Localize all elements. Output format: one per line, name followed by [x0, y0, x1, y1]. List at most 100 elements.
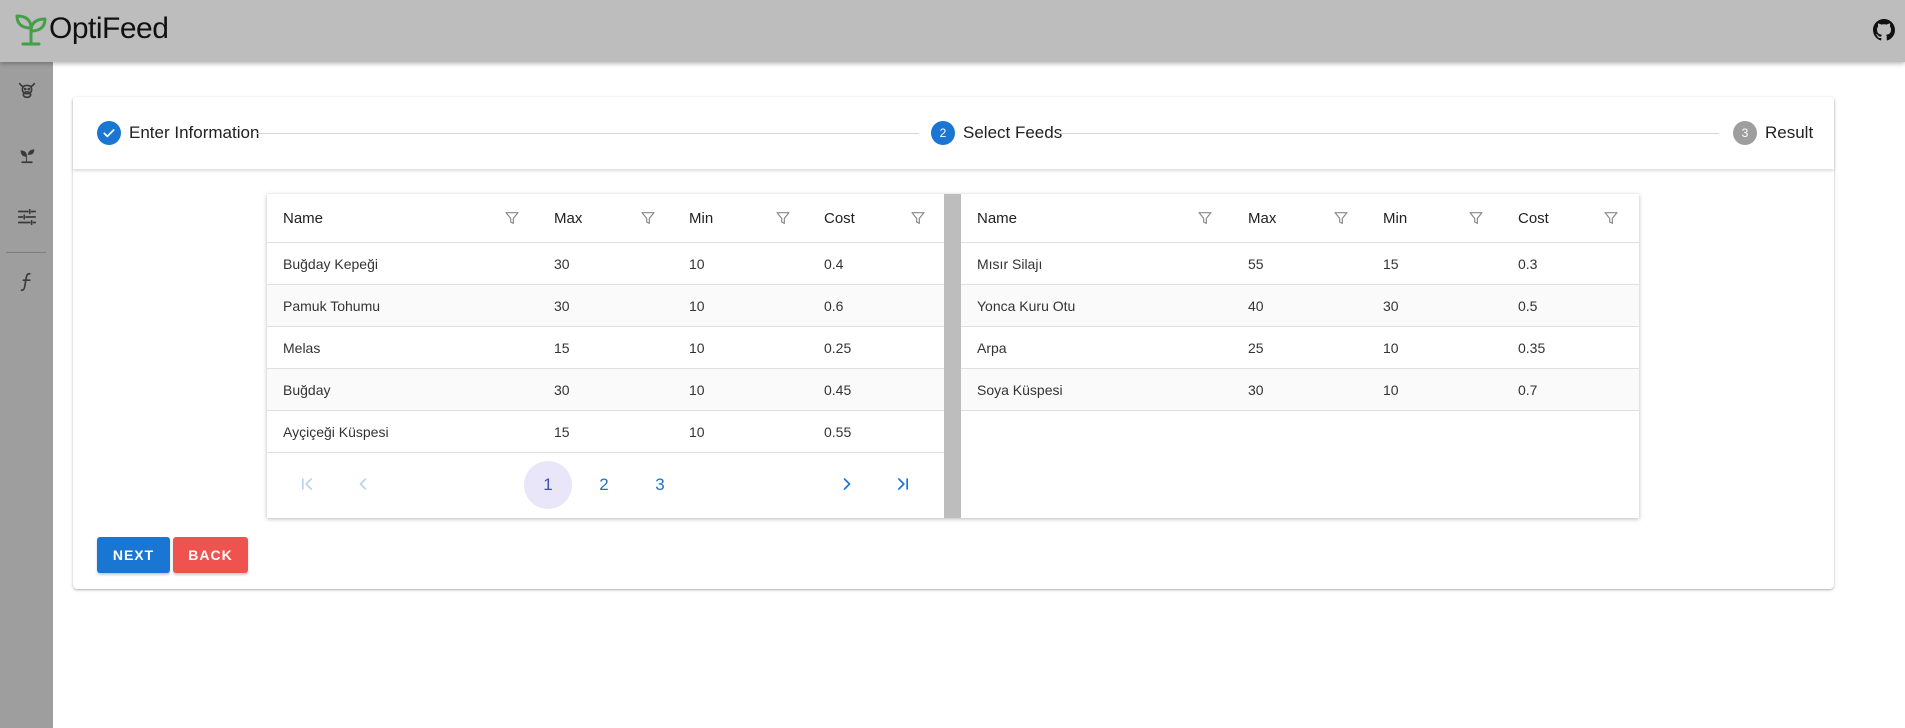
cell-cost: 0.7 [1518, 382, 1538, 398]
sidebar-item-formula[interactable] [0, 258, 53, 306]
cell-cost: 0.4 [824, 256, 844, 272]
cell-name: Mısır Silajı [977, 256, 1043, 272]
page-1-button[interactable]: 1 [524, 461, 572, 509]
cell-cost: 0.55 [824, 424, 852, 440]
available-feeds-table: Name Max Min Cost Buğday Kepeği 30 10 0.… [267, 194, 944, 518]
step-select-feeds[interactable]: 2 Select Feeds [931, 121, 1062, 145]
selected-feeds-table: Name Max Min Cost Mısır Silajı 55 15 0.3… [961, 194, 1639, 518]
sidebar [0, 62, 53, 728]
cell-max: 30 [1248, 382, 1264, 398]
cell-min: 10 [689, 256, 705, 272]
column-header-max[interactable]: Max [1248, 194, 1276, 243]
step-result[interactable]: 3 Result [1733, 121, 1813, 145]
check-icon [97, 121, 121, 145]
app-title: OptiFeed [49, 12, 169, 45]
cow-icon [18, 82, 35, 99]
cell-min: 10 [1383, 382, 1399, 398]
column-header-cost[interactable]: Cost [1518, 194, 1549, 243]
pagination: 1 2 3 [267, 457, 944, 513]
wizard-card: Enter Information 2 Select Feeds 3 Resul… [73, 97, 1834, 589]
function-icon [20, 272, 31, 292]
sidebar-item-settings[interactable] [0, 193, 53, 241]
filter-icon[interactable] [504, 210, 520, 226]
table-row[interactable]: Melas 15 10 0.25 [267, 327, 944, 369]
column-header-min[interactable]: Min [1383, 194, 1407, 243]
cell-cost: 0.25 [824, 340, 852, 356]
step-connector [1059, 133, 1719, 134]
page-3-button[interactable]: 3 [636, 461, 684, 509]
sliders-icon [17, 208, 36, 226]
cell-cost: 0.5 [1518, 298, 1538, 314]
cell-name: Ayçiçeği Küspesi [283, 424, 389, 440]
step-label: Result [1765, 123, 1814, 142]
cell-min: 15 [1383, 256, 1399, 272]
column-header-cost[interactable]: Cost [824, 194, 855, 243]
sidebar-divider [6, 252, 46, 253]
cell-max: 30 [554, 298, 570, 314]
sidebar-item-feeds[interactable] [0, 130, 53, 178]
step-number: 3 [1733, 121, 1757, 145]
cell-min: 30 [1383, 298, 1399, 314]
cell-max: 40 [1248, 298, 1264, 314]
filter-icon[interactable] [910, 210, 926, 226]
stepper: Enter Information 2 Select Feeds 3 Resul… [73, 97, 1834, 169]
app-logo[interactable]: OptiFeed [14, 10, 169, 48]
chevron-right-icon [843, 478, 851, 490]
table-row[interactable]: Mısır Silajı 55 15 0.3 [961, 243, 1639, 285]
column-header-min[interactable]: Min [689, 194, 713, 243]
table-row[interactable]: Yonca Kuru Otu 40 30 0.5 [961, 285, 1639, 327]
cell-min: 10 [689, 298, 705, 314]
table-row[interactable]: Arpa 25 10 0.35 [961, 327, 1639, 369]
last-page-button[interactable] [883, 464, 923, 504]
step-label: Select Feeds [963, 123, 1063, 142]
table-row[interactable]: Soya Küspesi 30 10 0.7 [961, 369, 1639, 411]
cell-min: 10 [1383, 340, 1399, 356]
page-2-button[interactable]: 2 [580, 461, 628, 509]
cell-name: Yonca Kuru Otu [977, 298, 1076, 314]
table-row[interactable]: Ayçiçeği Küspesi 15 10 0.55 [267, 411, 944, 453]
cell-name: Buğday Kepeği [283, 256, 378, 272]
filter-icon[interactable] [775, 210, 791, 226]
cell-cost: 0.45 [824, 382, 852, 398]
cell-name: Arpa [977, 340, 1007, 356]
filter-icon[interactable] [640, 210, 656, 226]
next-page-button[interactable] [827, 464, 867, 504]
step-number: 2 [931, 121, 955, 145]
column-header-max[interactable]: Max [554, 194, 582, 243]
feed-selection-panel: Name Max Min Cost Buğday Kepeği 30 10 0.… [267, 194, 1639, 518]
table-row[interactable]: Buğday Kepeği 30 10 0.4 [267, 243, 944, 285]
github-icon[interactable] [1873, 19, 1895, 41]
cell-name: Buğday [283, 382, 331, 398]
cell-min: 10 [689, 340, 705, 356]
sidebar-item-animal[interactable] [0, 66, 53, 114]
filter-icon[interactable] [1333, 210, 1349, 226]
table-row[interactable]: Buğday 30 10 0.45 [267, 369, 944, 411]
column-header-name[interactable]: Name [977, 194, 1017, 243]
cell-max: 55 [1248, 256, 1264, 272]
previous-page-button[interactable] [343, 464, 383, 504]
next-button[interactable]: NEXT [97, 537, 170, 573]
first-page-button[interactable] [287, 464, 327, 504]
cell-max: 15 [554, 424, 570, 440]
cell-min: 10 [689, 424, 705, 440]
splitter-handle[interactable] [944, 194, 961, 518]
cell-max: 25 [1248, 340, 1264, 356]
table-row[interactable]: Pamuk Tohumu 30 10 0.6 [267, 285, 944, 327]
filter-icon[interactable] [1197, 210, 1213, 226]
app-bar: OptiFeed [0, 0, 1905, 62]
last-page-icon [898, 478, 908, 490]
back-button[interactable]: BACK [173, 537, 248, 573]
filter-icon[interactable] [1468, 210, 1484, 226]
cell-cost: 0.35 [1518, 340, 1546, 356]
cell-cost: 0.6 [824, 298, 844, 314]
filter-icon[interactable] [1603, 210, 1619, 226]
step-enter-information[interactable]: Enter Information [97, 121, 259, 145]
first-page-icon [302, 478, 312, 490]
cell-name: Soya Küspesi [977, 382, 1063, 398]
table-header: Name Max Min Cost [961, 194, 1639, 243]
chevron-left-icon [359, 478, 367, 490]
step-connector [257, 133, 919, 134]
column-header-name[interactable]: Name [283, 194, 323, 243]
step-label: Enter Information [129, 123, 260, 142]
cell-cost: 0.3 [1518, 256, 1538, 272]
